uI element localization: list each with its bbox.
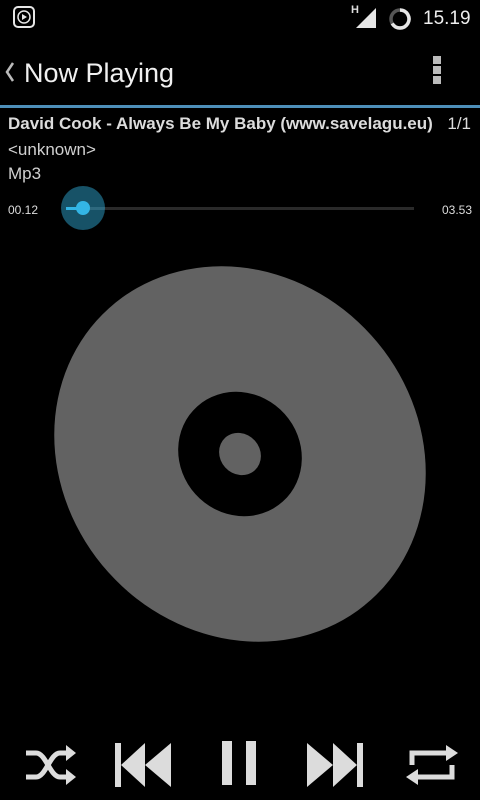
music-app-notification-icon (13, 6, 35, 28)
track-format: Mp3 (8, 164, 42, 183)
action-bar: Now Playing (0, 38, 480, 106)
previous-icon[interactable] (113, 735, 173, 795)
status-bar: H 15.19 (0, 0, 480, 38)
pause-icon[interactable] (210, 735, 270, 795)
status-clock: 15.19 (423, 8, 471, 29)
seek-bar[interactable] (61, 186, 414, 230)
track-position: 1/1 (447, 114, 471, 133)
elapsed-time: 00.12 (8, 203, 39, 217)
shuffle-icon[interactable] (20, 735, 80, 795)
track-title: David Cook - Always Be My Baby (www.save… (8, 114, 433, 133)
signal-icon (356, 8, 376, 28)
playback-controls (0, 735, 480, 800)
total-duration: 03.53 (441, 203, 472, 217)
album-art-disc-icon (54, 266, 426, 642)
header-divider (0, 105, 480, 108)
seek-thumb[interactable] (61, 186, 106, 230)
next-icon[interactable] (305, 735, 365, 795)
repeat-icon[interactable] (402, 735, 462, 795)
overflow-menu-icon[interactable] (430, 56, 444, 90)
track-artist: <unknown> (8, 140, 96, 159)
page-title[interactable]: Now Playing (24, 58, 174, 89)
sync-progress-icon (389, 8, 411, 30)
back-chevron-icon[interactable] (4, 61, 16, 83)
